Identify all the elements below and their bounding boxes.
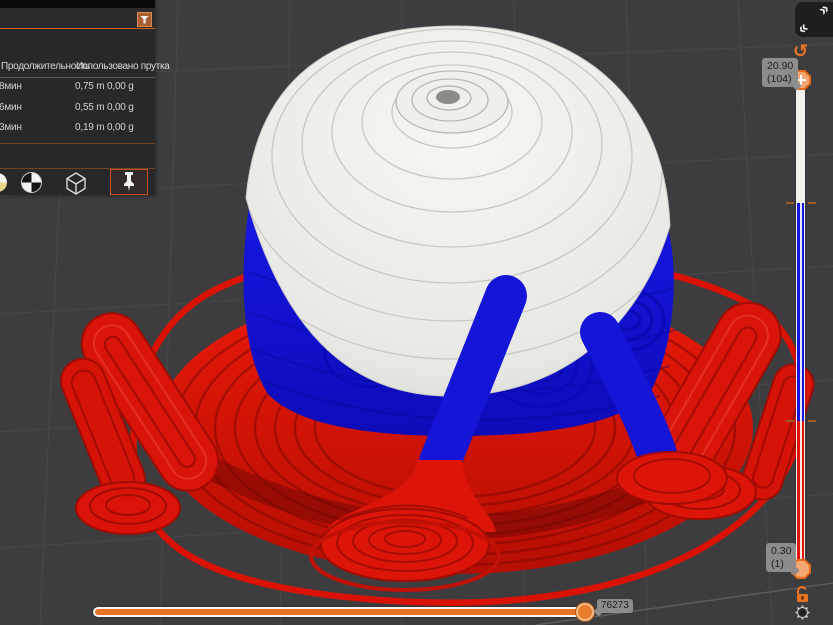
row-weight: 0,00 g — [107, 102, 134, 113]
legend-panel: Продолжительность Использовано прутка 8м… — [0, 0, 155, 195]
funnel-icon — [140, 16, 149, 24]
row-duration: 3мин — [0, 122, 22, 133]
slicer-preview-window: Продолжительность Использовано прутка 8м… — [0, 0, 833, 625]
panel-top-strip — [0, 0, 155, 8]
move-slider-track[interactable] — [93, 607, 594, 617]
filter-dropdown-button[interactable] — [137, 12, 152, 27]
bottom-layer-z: 0.30 — [771, 545, 791, 558]
bottom-layer-tooltip: 0.30 (1) — [766, 543, 796, 572]
row-weight: 0,00 g — [107, 122, 134, 133]
row-length: 0,55 m — [75, 102, 104, 113]
view-toggle-icons — [0, 170, 155, 195]
top-layer-z: 20.90 — [767, 60, 793, 73]
layer-slider-track[interactable] — [796, 88, 805, 570]
seam-pin-button[interactable] — [110, 169, 148, 195]
legend-table-header: Продолжительность Использовано прутка — [0, 61, 155, 75]
row-duration: 6мин — [0, 102, 22, 113]
collapse-panel-button[interactable]: » « — [795, 2, 833, 37]
move-count-value: 76273 — [601, 600, 629, 611]
header-underline — [0, 77, 155, 78]
seam-pin-icon — [122, 172, 136, 192]
color-change-tick — [786, 420, 794, 422]
row-length: 0,75 m — [75, 81, 104, 92]
color-change-tick — [808, 202, 816, 204]
panel-separator — [0, 143, 155, 144]
panel-spacer — [0, 29, 155, 56]
color-change-tick — [808, 420, 816, 422]
unlock-icon[interactable] — [794, 586, 810, 603]
partial-icon[interactable] — [0, 173, 7, 192]
table-row: 3мин 0,19 m 0,00 g — [0, 122, 155, 136]
color-change-tick — [786, 202, 794, 204]
view-filter-row — [0, 8, 155, 29]
table-row: 8мин 0,75 m 0,00 g — [0, 81, 155, 95]
table-row: 6мин 0,55 m 0,00 g — [0, 102, 155, 116]
gear-icon[interactable] — [795, 605, 810, 620]
row-duration: 8мин — [0, 81, 22, 92]
move-slider-handle[interactable] — [576, 603, 594, 621]
top-layer-tooltip: 20.90 (104) — [762, 58, 798, 87]
move-count-tooltip: 76273 — [597, 599, 633, 613]
move-slider-fill — [95, 609, 592, 615]
chevron-right-icon: » — [815, 0, 833, 20]
column-filament-used: Использовано прутка — [76, 61, 170, 72]
row-length: 0,19 m — [75, 122, 104, 133]
top-layer-number: (104) — [767, 73, 793, 86]
layer-slider-groove — [800, 203, 802, 570]
bottom-layer-number: (1) — [771, 558, 791, 571]
wireframe-box-icon[interactable] — [64, 172, 88, 195]
row-weight: 0,00 g — [107, 81, 134, 92]
checker-sphere-icon[interactable] — [21, 172, 42, 193]
